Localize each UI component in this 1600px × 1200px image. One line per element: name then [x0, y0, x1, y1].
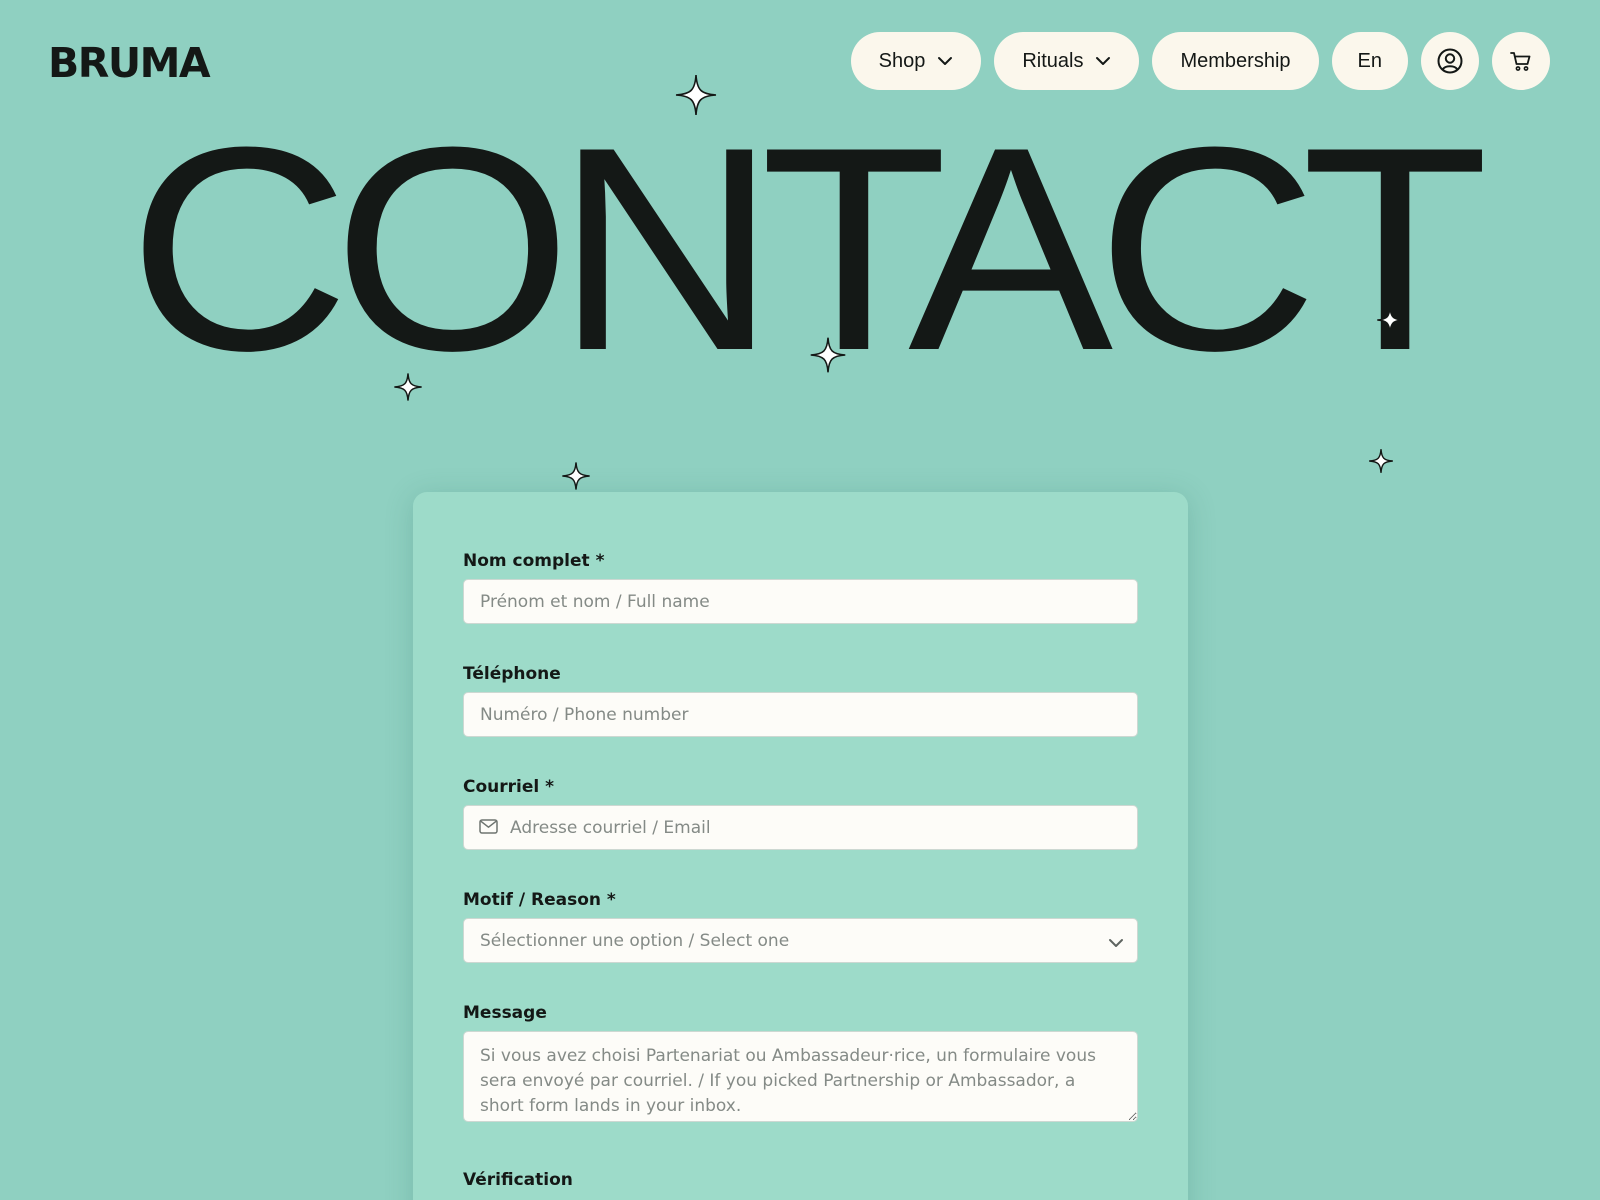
- message-label: Message: [463, 1003, 547, 1023]
- chevron-down-icon: [937, 56, 953, 66]
- account-button[interactable]: [1421, 32, 1479, 90]
- nav-rituals-button[interactable]: Rituals: [994, 32, 1140, 90]
- phone-label: Téléphone: [463, 664, 561, 684]
- sparkle-icon: [562, 462, 590, 490]
- chevron-down-icon: [1108, 935, 1124, 953]
- sparkle-icon: [1377, 307, 1403, 333]
- nav-membership-label: Membership: [1180, 49, 1291, 72]
- page-title: CONTACT: [127, 87, 1489, 411]
- nav-shop-label: Shop: [878, 49, 926, 72]
- message-textarea[interactable]: [463, 1031, 1138, 1122]
- email-label: Courriel *: [463, 777, 555, 797]
- language-label: En: [1357, 49, 1382, 72]
- sparkle-icon: [1369, 449, 1393, 473]
- phone-input[interactable]: [463, 692, 1138, 737]
- sparkle-icon: [810, 337, 846, 373]
- full-name-field: Nom complet *: [463, 551, 1138, 624]
- reason-select-value: Sélectionner une option / Select one: [463, 918, 1138, 963]
- brand-logo[interactable]: BRUMA: [48, 38, 211, 88]
- email-field: Courriel *: [463, 777, 1138, 850]
- cart-icon: [1509, 49, 1533, 73]
- main-nav: Shop Rituals Membership En: [850, 32, 1550, 90]
- nav-shop-button[interactable]: Shop: [850, 32, 982, 90]
- contact-page: BRUMA Shop Rituals Membership En CONTACT…: [0, 0, 1600, 1200]
- phone-field: Téléphone: [463, 664, 1138, 737]
- message-field: Message: [463, 1003, 1138, 1122]
- verification-label: Vérification: [463, 1170, 573, 1190]
- email-input[interactable]: [463, 805, 1138, 850]
- reason-label: Motif / Reason *: [463, 890, 616, 910]
- reason-select[interactable]: Sélectionner une option / Select one: [463, 918, 1138, 963]
- nav-membership-link[interactable]: Membership: [1152, 32, 1319, 90]
- chevron-down-icon: [1095, 56, 1111, 66]
- mail-icon: [479, 819, 498, 839]
- language-switcher[interactable]: En: [1331, 32, 1408, 90]
- verification-field: Vérification: [463, 1170, 1138, 1190]
- user-circle-icon: [1436, 47, 1464, 75]
- contact-form: Nom complet * Téléphone Courriel * Motif…: [413, 492, 1188, 1200]
- full-name-label: Nom complet *: [463, 551, 605, 571]
- full-name-input[interactable]: [463, 579, 1138, 624]
- sparkle-icon: [675, 74, 717, 116]
- reason-field: Motif / Reason * Sélectionner une option…: [463, 890, 1138, 963]
- cart-button[interactable]: [1492, 32, 1550, 90]
- nav-rituals-label: Rituals: [1022, 49, 1084, 72]
- sparkle-icon: [394, 373, 422, 401]
